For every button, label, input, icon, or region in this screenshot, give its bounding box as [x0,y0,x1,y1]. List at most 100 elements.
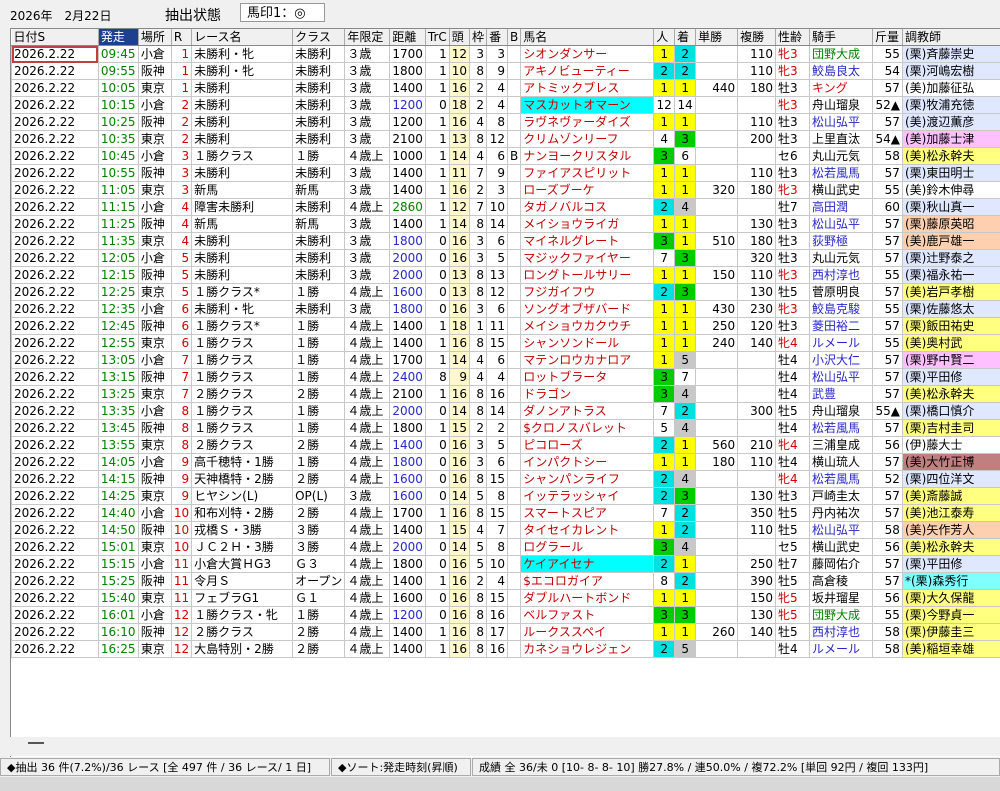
age-cell: ４歳上 [344,385,391,403]
win-odds-cell [695,470,739,488]
column-header[interactable]: 単勝 [695,29,739,46]
race-name-cell: フェブラG1 [191,589,294,607]
table-row[interactable]: 2026.2.22 11:05 東京 3 新馬 新馬 ３歳 1400 1 16 2 3 ローズブーケ 1 1… [11,181,1000,199]
sex-age-cell: 牡7 [775,555,811,573]
table-row[interactable]: 2026.2.22 10:15 小倉 2 未勝利 未勝利 ３歳 1200 0 18 2 4 マスカットオ… [11,96,1000,114]
table-row[interactable]: 2026.2.22 14:15 阪神 9 天神橋特・2勝 ２勝 ４歳上 1600 0 16 8 15 シ… [11,470,1000,488]
win-odds-cell [695,487,739,505]
place-odds-cell: 130 [737,283,777,301]
frame-cell: 8 [469,130,488,148]
horse-name-cell: タガノバルコス [520,198,655,216]
blinker-cell [507,283,522,301]
table-row[interactable]: 2026.2.22 11:15 小倉 4 障害未勝利 未勝利 ４歳上 2860 1 12 7 10 タガ… [11,198,1000,216]
table-row[interactable]: 2026.2.22 14:50 阪神 10 戎橋Ｓ・3勝 ３勝 ４歳上 1400 1 15 4 7 タイ… [11,521,1000,539]
popularity-cell: 7 [653,504,676,522]
table-row[interactable]: 2026.2.22 10:25 阪神 2 未勝利 未勝利 ３歳 1200 1 16 4 8 ラヴネヴァー… [11,113,1000,131]
column-header[interactable]: TrC [425,29,450,46]
table-row[interactable]: 2026.2.22 13:15 阪神 7 １勝クラス １勝 ４歳上 2400 8 9 4 4 ロットブラ… [11,368,1000,386]
column-header[interactable]: 馬名 [520,29,655,46]
table-row[interactable]: 2026.2.22 12:35 小倉 6 未勝利・牝 未勝利 ３歳 1800 0 16 3 6 ソングオ… [11,300,1000,318]
table-row[interactable]: 2026.2.22 13:45 阪神 8 １勝クラス １勝 ４歳上 1800 1 15 2 2 $クロノ… [11,419,1000,437]
column-header[interactable]: R [171,29,193,46]
column-header[interactable]: 頭 [449,29,471,46]
table-row[interactable]: 2026.2.22 14:40 小倉 10 和布刈特・2勝 ２勝 ４歳上 1700 1 16 8 15… [11,504,1000,522]
table-row[interactable]: 2026.2.22 10:55 阪神 3 未勝利 未勝利 ３歳 1400 1 11 7 9 ファイアスピ… [11,164,1000,182]
race-name-cell: 高千穂特・1勝 [191,453,294,471]
race-name-cell: 天神橋特・2勝 [191,470,294,488]
race-name-cell: 戎橋Ｓ・3勝 [191,521,294,539]
table-row[interactable]: 2026.2.22 13:55 東京 8 ２勝クラス ２勝 ４歳上 1400 0 16 3 5 ピコロー… [11,436,1000,454]
horse-number-cell: 10 [486,555,509,573]
horizontal-scrollbar[interactable] [10,737,1000,756]
column-header[interactable]: 場所 [138,29,172,46]
finish-cell: 3 [674,130,697,148]
time-cell: 15:01 [98,538,139,556]
venue-cell: 小倉 [138,402,172,420]
column-header[interactable]: 騎手 [809,29,873,46]
race-grid[interactable]: 日付S 発走 場所 R レース名 クラス 年限定 距離 TrC 頭枠番 B 馬名人着単勝 複勝 性齢 騎手斤… [10,28,1000,757]
age-cell: ３歳 [344,113,391,131]
column-header[interactable]: クラス [292,29,346,46]
popularity-cell: 12 [653,96,676,114]
table-row[interactable]: 2026.2.22 15:40 東京 11 フェブラG1 Ｇ１ ４歳上 1600 0 16 8 15 ダ… [11,589,1000,607]
horse-mark-field[interactable]: 馬印1：◎ [240,3,325,22]
table-row[interactable]: 2026.2.22 09:55 阪神 1 未勝利・牝 未勝利 ３歳 1800 1 10 8 9 アキノビ… [11,62,1000,80]
table-row[interactable]: 2026.2.22 10:35 東京 2 未勝利 未勝利 ３歳 2100 1 13 8 12 クリムゾン… [11,130,1000,148]
table-row[interactable]: 2026.2.22 13:25 東京 7 ２勝クラス ２勝 ４歳上 2100 1 16 8 16 ドラゴ… [11,385,1000,403]
column-header[interactable]: 斤量 [872,29,903,46]
column-header[interactable]: 枠 [469,29,488,46]
horse-name-cell: フジガイフウ [520,283,655,301]
column-header[interactable]: 発走 [98,29,139,46]
column-header[interactable]: 番 [486,29,509,46]
column-header[interactable]: 年限定 [344,29,391,46]
table-row[interactable]: 2026.2.22 16:01 小倉 12 １勝クラス・牝 １勝 ４歳上 1200 0 16 8 16… [11,606,1000,624]
table-row[interactable]: 2026.2.22 10:05 東京 1 未勝利 未勝利 ３歳 1400 1 16 2 4 アトミックブ… [11,79,1000,97]
place-odds-cell: 140 [737,623,777,641]
table-row[interactable]: 2026.2.22 13:35 小倉 8 １勝クラス １勝 ４歳上 2000 0 14 8 14 ダノン… [11,402,1000,420]
table-row[interactable]: 2026.2.22 13:05 小倉 7 １勝クラス １勝 ４歳上 1700 1 14 4 6 マテンロ… [11,351,1000,369]
blinker-cell [507,368,522,386]
column-header[interactable]: 性齢 [775,29,811,46]
table-row[interactable]: 2026.2.22 12:25 東京 5 １勝クラス* １勝 ４歳上 1600 0 13 8 12 フジ… [11,283,1000,301]
horse-name-cell: ベルファスト [520,606,655,624]
horse-name-cell: カネショウレジェン [520,640,655,658]
table-row[interactable]: 2026.2.22 14:25 東京 9 ヒヤシン(L) OP(L) ３歳 1600 0 14 5 8… [11,487,1000,505]
table-row[interactable]: 2026.2.22 10:45 小倉 3 １勝クラス １勝 ４歳上 1000 1 14 4 6 B ナンヨ… [11,147,1000,165]
column-header[interactable]: 着 [674,29,697,46]
column-header[interactable]: 複勝 [737,29,777,46]
race-number-cell: 4 [171,232,193,250]
column-header[interactable]: レース名 [191,29,294,46]
table-row[interactable]: 2026.2.22 11:25 阪神 4 新馬 新馬 ３歳 1400 1 14 8 14 メイショウライ… [11,215,1000,233]
table-row[interactable]: 2026.2.22 12:55 東京 6 １勝クラス １勝 ４歳上 1400 1 16 8 15 シャン… [11,334,1000,352]
table-row[interactable]: 2026.2.22 12:45 阪神 6 １勝クラス* １勝 ４歳上 1400 1 18 1 11 メイ… [11,317,1000,335]
column-header[interactable]: B [507,29,522,46]
table-row[interactable]: 2026.2.22 14:05 小倉 9 高千穂特・1勝 １勝 ４歳上 1800 0 16 3 6 イン… [11,453,1000,471]
finish-cell: 3 [674,249,697,267]
horse-number-cell: 8 [486,113,509,131]
table-row[interactable]: 2026.2.22 09:45 小倉 1 未勝利・牝 未勝利 ３歳 1700 1 12 3 3 シオンダ… [11,45,1000,63]
horse-number-cell: 7 [486,521,509,539]
table-row[interactable]: 2026.2.22 15:01 東京 10 ＪＣ２Ｈ・3勝 ３勝 ４歳上 2000 0 14 5 8 ロ… [11,538,1000,556]
column-header[interactable]: 距離 [389,29,426,46]
venue-cell: 東京 [138,538,172,556]
trainer-cell: (美)加藤征弘 [902,79,1000,97]
table-row[interactable]: 2026.2.22 11:35 東京 4 未勝利 未勝利 ３歳 1800 0 16 3 6 マイネルグレ… [11,232,1000,250]
popularity-cell: 2 [653,283,676,301]
place-odds-cell: 390 [737,572,777,590]
sex-age-cell: 牡3 [775,130,811,148]
table-row[interactable]: 2026.2.22 12:15 阪神 5 未勝利 未勝利 ３歳 2000 0 13 8 13 ロングトー… [11,266,1000,284]
trc-cell: 1 [425,164,450,182]
popularity-cell: 8 [653,572,676,590]
popularity-cell: 3 [653,147,676,165]
distance-cell: 1600 [389,487,426,505]
finish-cell: 4 [674,419,697,437]
table-row[interactable]: 2026.2.22 16:25 東京 12 大島特別・2勝 ２勝 ４歳上 1400 1 16 8 16… [11,640,1000,658]
table-row[interactable]: 2026.2.22 12:05 小倉 5 未勝利 未勝利 ３歳 2000 0 16 3 5 マジックファ… [11,249,1000,267]
column-header[interactable]: 人 [653,29,676,46]
sex-age-cell: 牡5 [775,504,811,522]
column-header[interactable]: 日付S [11,29,99,46]
table-row[interactable]: 2026.2.22 15:15 小倉 11 小倉大賞ＨG3 Ｇ３ ４歳上 1800 0 16 5 10… [11,555,1000,573]
column-header[interactable]: 調教師 [902,29,1000,46]
table-row[interactable]: 2026.2.22 15:25 阪神 11 令月Ｓ オープン ４歳上 1400 1 16 2 4 $エコ… [11,572,1000,590]
table-row[interactable]: 2026.2.22 16:10 阪神 12 ２勝クラス ２勝 ４歳上 1400 1 16 8 17 ルー… [11,623,1000,641]
